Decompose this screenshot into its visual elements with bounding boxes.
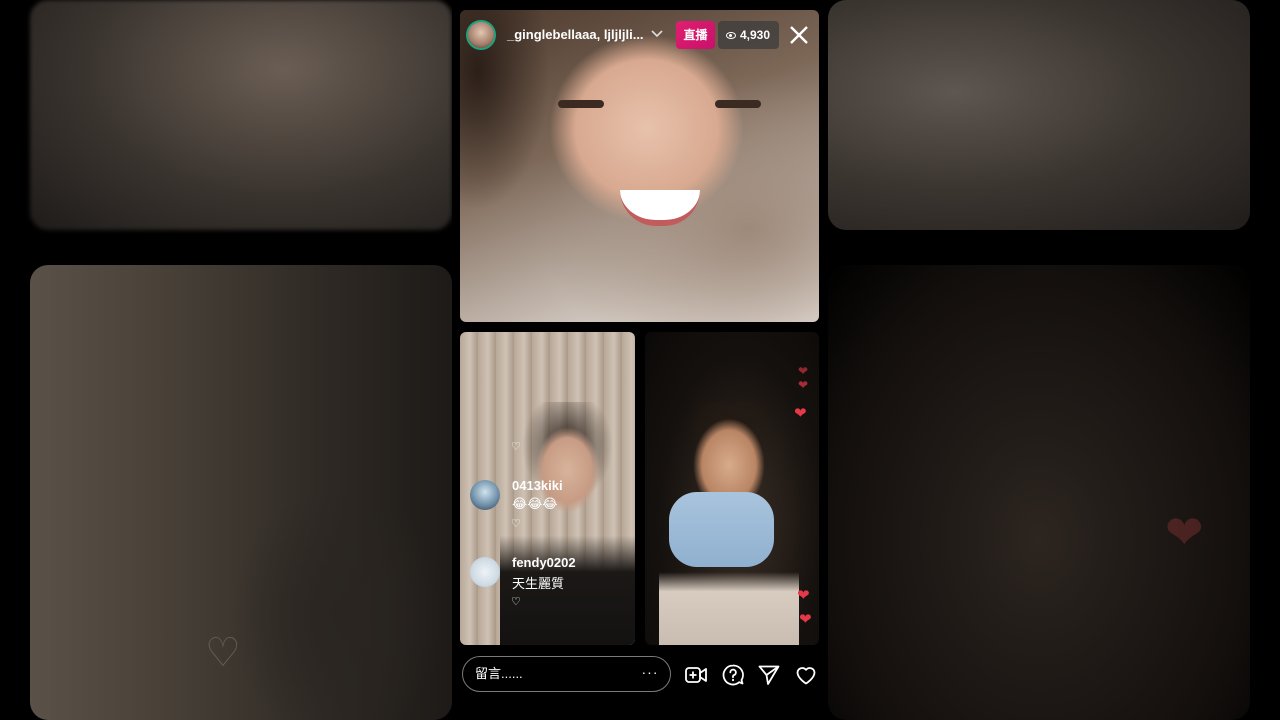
background-heart-outline-icon: ♡: [205, 631, 241, 675]
comment-avatar[interactable]: [470, 557, 500, 587]
floating-heart-icon: ❤: [798, 364, 809, 378]
background-heart-icon: ❤: [1165, 506, 1204, 558]
face-mask: [669, 492, 774, 567]
comment-text: 天生麗質: [512, 576, 565, 591]
viewer-count-value: 4,930: [740, 28, 771, 42]
host-video: [460, 10, 819, 322]
floating-heart-icon: ❤: [798, 378, 809, 392]
comment-like-heart-icon[interactable]: ♡: [511, 517, 521, 530]
add-video-icon[interactable]: [684, 663, 708, 687]
live-badge: 直播: [676, 21, 715, 49]
guest-video-2: [645, 332, 819, 645]
question-icon[interactable]: [721, 663, 745, 687]
live-stream-view: _ginglebellaaa, ljljljli... 直播 4,930 ♡ 0…: [452, 0, 828, 720]
floating-heart-icon: ❤: [799, 611, 812, 628]
bottom-bar: 留言...... ···: [452, 655, 828, 695]
top-bar: _ginglebellaaa, ljljljli... 直播 4,930: [452, 14, 828, 56]
comment-username[interactable]: fendy0202: [512, 555, 576, 570]
background-blur-right-top: [828, 0, 1250, 230]
comment-username[interactable]: 0413kiki: [512, 478, 563, 493]
close-icon[interactable]: [788, 20, 810, 50]
host-username[interactable]: _ginglebellaaa, ljljljli...: [507, 27, 644, 42]
background-blur-left-top: [30, 0, 452, 230]
viewer-count[interactable]: 4,930: [718, 21, 779, 49]
heart-icon[interactable]: [794, 663, 818, 687]
eye-icon: [726, 32, 736, 39]
comment-text: 😂😂😂: [512, 496, 558, 511]
comment-like-heart-icon[interactable]: ♡: [511, 595, 521, 608]
background-blur-right-bottom: [828, 265, 1250, 720]
comment-like-heart-icon[interactable]: ♡: [511, 440, 521, 453]
comment-avatar[interactable]: [470, 480, 500, 510]
send-icon[interactable]: [757, 663, 781, 687]
more-options-icon[interactable]: ···: [638, 655, 662, 691]
background-blur-left-bottom: [30, 265, 452, 720]
floating-heart-icon: ❤: [794, 405, 807, 422]
host-avatar[interactable]: [466, 20, 496, 50]
floating-heart-icon: ❤: [797, 587, 810, 604]
chevron-down-icon[interactable]: [650, 24, 664, 44]
